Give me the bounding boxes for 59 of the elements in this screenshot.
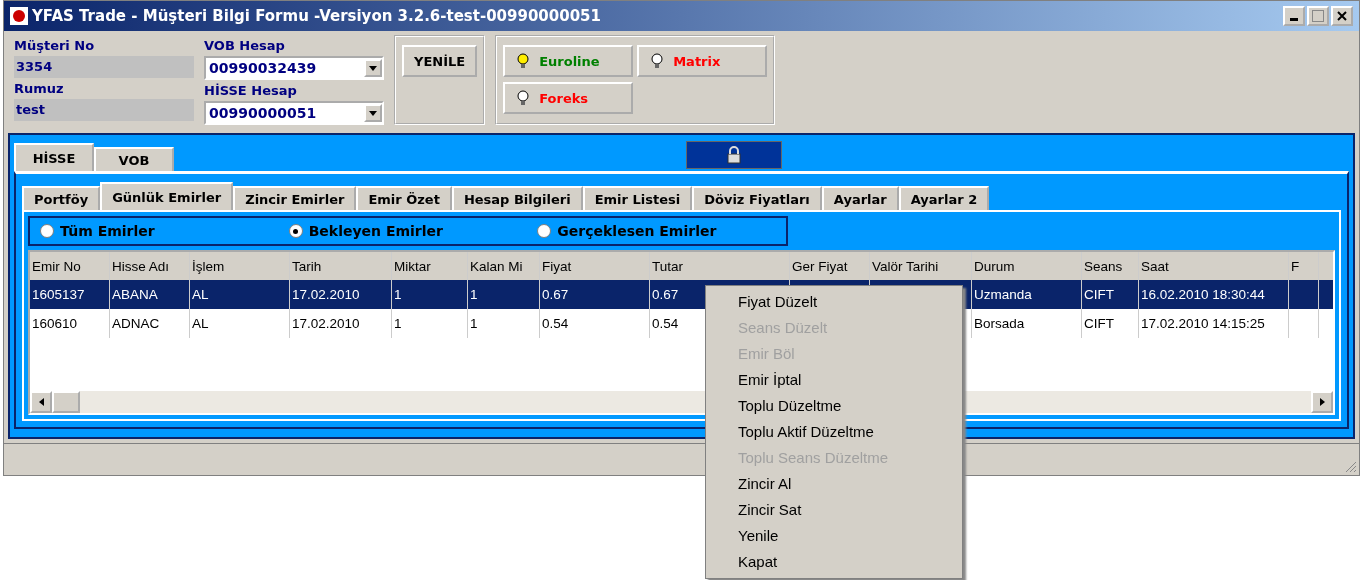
field-label: HİSSE Hesap <box>204 82 298 100</box>
table-cell: 1 <box>392 309 468 338</box>
table-cell: 0.54 <box>540 309 650 338</box>
filter-radio[interactable]: Tüm Emirler <box>40 223 289 239</box>
tab[interactable]: Portföy <box>22 186 101 210</box>
maximize-icon <box>1312 10 1324 22</box>
lightbulb-icon <box>515 52 532 70</box>
tab[interactable]: Döviz Fiyatları <box>692 186 822 210</box>
tab[interactable]: Ayarlar 2 <box>898 186 990 210</box>
menu-item[interactable]: Toplu Düzeltme <box>706 393 962 419</box>
tab[interactable]: Zincir Emirler <box>233 186 357 210</box>
left-arrow-icon <box>38 398 44 406</box>
table-cell: ADNAC <box>110 309 190 338</box>
minimize-button[interactable] <box>1283 6 1305 26</box>
field-label: VOB Hesap <box>204 37 286 55</box>
lock-icon <box>724 145 744 165</box>
right-arrow-icon <box>1319 398 1325 406</box>
lightbulb-icon <box>515 89 532 107</box>
account-dropdown[interactable]: 00990032439 <box>204 56 384 80</box>
market-tab[interactable]: VOB <box>94 147 174 171</box>
tab[interactable]: Ayarlar <box>821 186 899 210</box>
customer-number-field: 3354 <box>14 56 194 78</box>
table-cell: 160610 <box>30 309 110 338</box>
minimize-icon <box>1290 18 1298 21</box>
window-title: YFAS Trade - Müşteri Bilgi Formu -Versiyon 3.2.6-test-00990000051 <box>32 7 601 25</box>
lightbulb-icon <box>649 52 666 70</box>
menu-item[interactable]: Zincir Sat <box>706 497 962 523</box>
table-cell: CIFT <box>1082 309 1139 338</box>
alias-field: test <box>14 99 194 121</box>
filter-radio[interactable]: Bekleyen Emirler <box>288 223 538 239</box>
refresh-button[interactable]: YENİLE <box>402 45 478 77</box>
close-button[interactable] <box>1331 6 1353 26</box>
tab[interactable]: Emir Listesi <box>582 186 693 210</box>
tab[interactable]: Günlük Emirler <box>100 182 234 210</box>
tab[interactable]: Emir Özet <box>356 186 452 210</box>
table-cell: AL <box>190 309 290 338</box>
resize-grip-icon <box>1343 459 1357 473</box>
caret-icon <box>369 110 377 116</box>
caret-icon <box>369 65 377 71</box>
table-cell: 1 <box>468 309 540 338</box>
menu-item[interactable]: Kapat <box>706 549 962 575</box>
table-cell: 17.02.2010 <box>290 309 392 338</box>
scroll-left-button[interactable] <box>30 391 52 413</box>
tab[interactable]: Hesap Bilgileri <box>451 186 583 210</box>
menu-item[interactable]: Emir İptal <box>706 367 962 393</box>
menu-item[interactable]: Zincir Al <box>706 471 962 497</box>
app-logo-icon <box>10 7 28 25</box>
market-tab[interactable]: HİSSE <box>14 143 94 171</box>
field-label: Müşteri No <box>14 37 96 55</box>
scroll-right-button[interactable] <box>1311 391 1333 413</box>
field-label: Rumuz <box>14 80 65 98</box>
menu-item[interactable]: Toplu Aktif Düzeltme <box>706 419 962 445</box>
menu-item[interactable]: Yenile <box>706 523 962 549</box>
table-cell: 17.02.2010 14:15:25 <box>1139 309 1289 338</box>
scroll-thumb[interactable] <box>52 391 80 413</box>
close-icon <box>1337 11 1347 21</box>
table-cell: Borsada <box>972 309 1082 338</box>
account-dropdown[interactable]: 00990000051 <box>204 101 384 125</box>
filter-radio[interactable]: Gerçeklesen Emirler <box>537 223 786 239</box>
